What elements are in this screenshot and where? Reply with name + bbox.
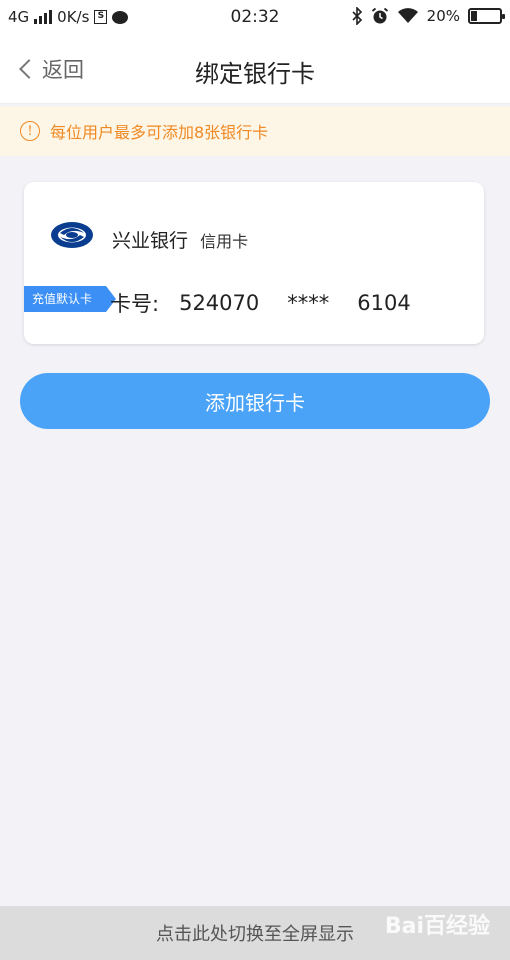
- notice-text: 每位用户最多可添加8张银行卡: [50, 123, 269, 142]
- info-icon: !: [20, 121, 40, 141]
- bank-card[interactable]: 兴业银行 信用卡 充值默认卡 卡号: 524070 **** 6104: [24, 182, 484, 344]
- default-card-tag: 充值默认卡: [24, 286, 116, 312]
- wifi-icon: [397, 8, 418, 23]
- page-title: 绑定银行卡: [195, 60, 315, 88]
- card-number-last: 6104: [357, 291, 411, 315]
- alarm-icon: [371, 7, 388, 24]
- card-number-label: 卡号:: [110, 292, 160, 316]
- card-number-mask: ****: [287, 291, 330, 315]
- battery-icon: [468, 8, 505, 24]
- status-bar: 4G 0K/s S 02:32 20%: [0, 0, 510, 36]
- card-number: 卡号: 524070 **** 6104: [110, 288, 411, 318]
- bank-name-row: 兴业银行 信用卡: [112, 226, 248, 253]
- bank-logo-icon: [51, 222, 93, 248]
- status-right: 20%: [351, 7, 505, 25]
- battery-percent: 20%: [426, 7, 460, 25]
- bluetooth-icon: [352, 7, 362, 25]
- card-type: 信用卡: [200, 232, 249, 251]
- watermark: Bai百经验: [384, 914, 490, 939]
- notice-banner: ! 每位用户最多可添加8张银行卡: [0, 106, 510, 156]
- add-bank-card-button[interactable]: 添加银行卡: [20, 373, 490, 429]
- bank-name: 兴业银行: [112, 230, 189, 252]
- card-number-first: 524070: [179, 291, 260, 315]
- nav-bar: 返回 绑定银行卡: [0, 36, 510, 104]
